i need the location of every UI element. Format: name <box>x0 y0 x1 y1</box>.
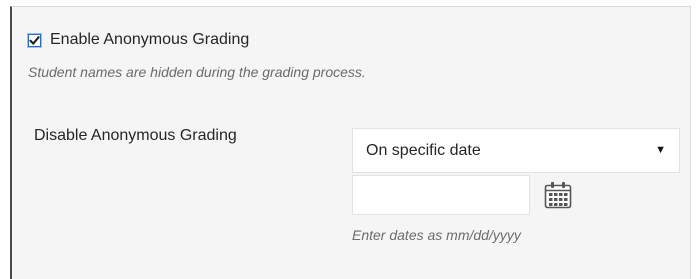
disable-anonymous-grading-select[interactable]: On specific date ▼ <box>352 128 680 173</box>
date-format-hint: Enter dates as mm/dd/yyyy <box>352 227 521 243</box>
enable-anonymous-grading-checkbox[interactable] <box>27 32 42 48</box>
calendar-button[interactable] <box>538 176 578 214</box>
calendar-icon <box>544 182 572 209</box>
select-value: On specific date <box>366 141 481 159</box>
enable-anonymous-grading-option[interactable]: Enable Anonymous Grading <box>27 31 249 49</box>
checkmark-icon <box>29 35 40 45</box>
anonymous-grading-panel: Enable Anonymous Grading Student names a… <box>10 6 691 279</box>
anonymous-grading-help-text: Student names are hidden during the grad… <box>28 64 366 80</box>
enable-anonymous-grading-label[interactable]: Enable Anonymous Grading <box>50 31 249 49</box>
disable-date-input[interactable] <box>352 175 530 215</box>
disable-anonymous-grading-label: Disable Anonymous Grading <box>34 127 237 144</box>
caret-down-icon: ▼ <box>655 144 666 156</box>
